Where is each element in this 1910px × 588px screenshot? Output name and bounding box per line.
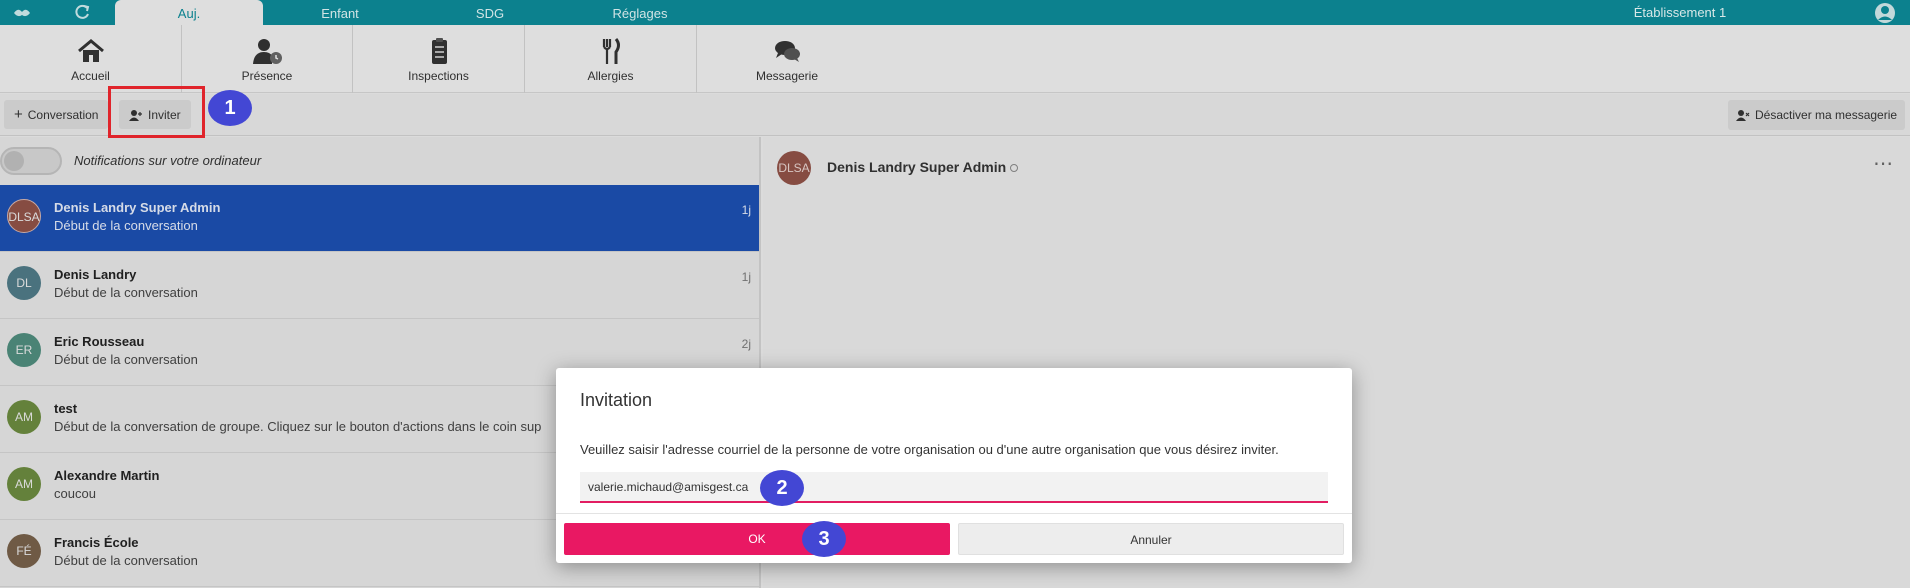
highlight-box xyxy=(108,86,205,138)
module-presence[interactable]: Présence xyxy=(182,25,353,93)
module-label: Présence xyxy=(241,69,293,83)
dialog-description: Veuillez saisir l'adresse courriel de la… xyxy=(580,442,1279,457)
divider xyxy=(556,513,1352,514)
refresh-icon[interactable] xyxy=(72,3,92,21)
conversation-preview: Début de la conversation xyxy=(54,218,198,233)
module-messaging[interactable]: Messagerie xyxy=(697,25,877,93)
avatar: FÉ xyxy=(7,534,41,568)
conversation-preview: Début de la conversation xyxy=(54,553,198,568)
new-conversation-button[interactable]: + Conversation xyxy=(4,100,109,129)
new-conversation-label: Conversation xyxy=(27,107,99,122)
notifications-label: Notifications sur votre ordinateur xyxy=(74,153,262,168)
step-badge-2: 2 xyxy=(760,470,804,506)
plus-icon: + xyxy=(14,106,23,123)
email-field[interactable] xyxy=(580,472,1328,503)
disable-messaging-button[interactable]: Désactiver ma messagerie xyxy=(1728,100,1906,130)
conversation-preview: Début de la conversation de groupe. Cliq… xyxy=(54,419,542,434)
avatar: AM xyxy=(7,400,41,434)
conversation-time: 1j xyxy=(741,203,751,217)
utensils-icon xyxy=(602,38,620,64)
user-off-icon xyxy=(1736,110,1750,121)
notifications-row: Notifications sur votre ordinateur xyxy=(0,137,759,185)
module-toolbar: Accueil Présence Inspections Allergies M… xyxy=(0,25,1910,93)
tab-sdg[interactable]: SDG xyxy=(440,0,540,25)
conversation-name: test xyxy=(54,401,78,416)
disable-messaging-label: Désactiver ma messagerie xyxy=(1755,108,1898,122)
chat-icon xyxy=(775,41,800,62)
home-icon xyxy=(77,39,104,62)
module-inspections[interactable]: Inspections xyxy=(353,25,525,93)
status-dot-icon xyxy=(1010,164,1019,173)
clipboard-icon xyxy=(431,38,447,64)
avatar: DLSA xyxy=(7,199,41,233)
avatar: DL xyxy=(7,266,41,300)
invitation-dialog: Invitation Veuillez saisir l'adresse cou… xyxy=(556,368,1352,563)
conversation-item[interactable]: DLSA Denis Landry Super Admin Début de l… xyxy=(0,185,759,252)
tab-settings[interactable]: Réglages xyxy=(590,0,690,25)
conversation-name: Denis Landry Super Admin xyxy=(54,200,221,215)
avatar: AM xyxy=(7,467,41,501)
cancel-button[interactable]: Annuler xyxy=(958,523,1344,555)
conversation-preview: coucou xyxy=(54,486,96,501)
module-label: Accueil xyxy=(71,69,110,83)
conversation-name: Alexandre Martin xyxy=(54,468,160,483)
avatar: DLSA xyxy=(777,151,811,185)
conversation-name: Francis École xyxy=(54,535,139,550)
conversation-name: Eric Rousseau xyxy=(54,334,145,349)
logo-icon[interactable] xyxy=(12,3,32,21)
tab-child[interactable]: Enfant xyxy=(290,0,390,25)
module-allergies[interactable]: Allergies xyxy=(525,25,697,93)
active-conversation-header: Denis Landry Super Admin xyxy=(827,159,1019,175)
conversation-name: Denis Landry xyxy=(54,267,137,282)
conversation-preview: Début de la conversation xyxy=(54,285,198,300)
tab-today[interactable]: Auj. xyxy=(115,0,263,25)
top-navigation-bar: Auj. Enfant SDG Réglages Établissement 1 xyxy=(0,0,1910,25)
establishment-selector[interactable]: Établissement 1 xyxy=(1580,0,1780,26)
conversation-time: 2j xyxy=(741,337,751,351)
conversation-item[interactable]: DL Denis Landry Début de la conversation… xyxy=(0,252,759,319)
conversation-preview: Début de la conversation xyxy=(54,352,198,367)
module-label: Inspections xyxy=(408,69,469,83)
ok-button[interactable]: OK xyxy=(564,523,950,555)
conversation-time: 1j xyxy=(741,270,751,284)
more-options-icon[interactable]: ⋯ xyxy=(1873,151,1894,176)
active-conversation-name: Denis Landry Super Admin xyxy=(827,159,1007,175)
dialog-title: Invitation xyxy=(580,390,653,410)
module-label: Allergies xyxy=(587,69,634,83)
notifications-toggle[interactable] xyxy=(0,147,62,175)
user-clock-icon xyxy=(253,39,282,64)
avatar: ER xyxy=(7,333,41,367)
step-badge-3: 3 xyxy=(802,521,846,557)
module-label: Messagerie xyxy=(755,69,819,83)
step-badge-1: 1 xyxy=(208,90,252,126)
module-home[interactable]: Accueil xyxy=(0,25,182,93)
messaging-action-bar: + Conversation Inviter Désactiver ma mes… xyxy=(0,94,1910,136)
account-icon[interactable] xyxy=(1874,2,1896,24)
